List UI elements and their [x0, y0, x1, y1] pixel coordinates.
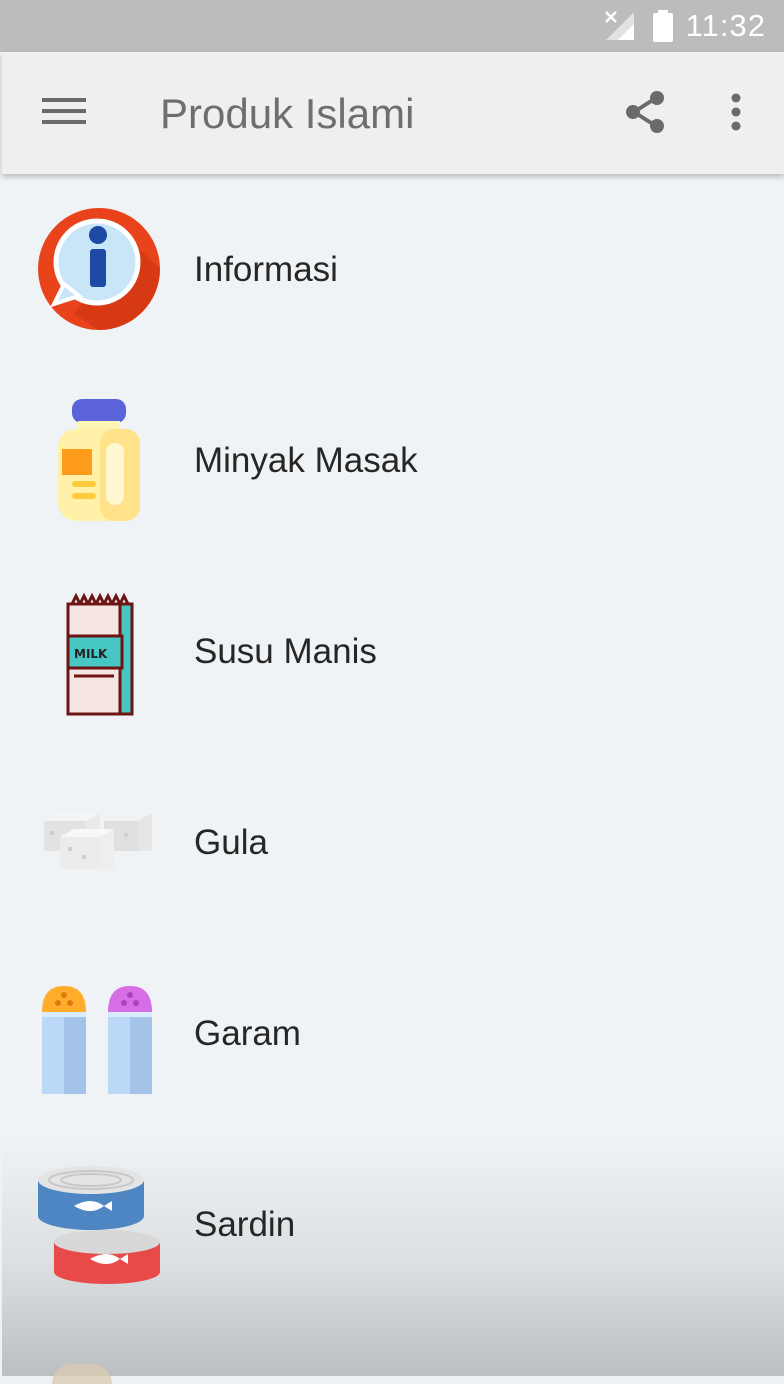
share-icon[interactable]: [622, 88, 670, 136]
list-item-label: Sardin: [194, 1205, 296, 1244]
list-item-minyak-masak[interactable]: Minyak Masak: [2, 365, 784, 556]
svg-text:MILK: MILK: [74, 647, 108, 661]
menu-icon[interactable]: [42, 94, 86, 128]
list-item-informasi[interactable]: Informasi: [2, 174, 784, 365]
salt-shakers-icon: [42, 986, 152, 1094]
status-bar: 11:32: [0, 0, 784, 52]
list-item-label: Garam: [194, 1014, 301, 1053]
list-item-sardin[interactable]: Sardin: [2, 1129, 784, 1320]
list-item-label: Minyak Masak: [194, 441, 418, 480]
list-item-susu-manis[interactable]: MILK Susu Manis: [2, 556, 784, 747]
app-bar: Produk Islami: [2, 52, 784, 174]
milk-carton-icon: MILK: [66, 592, 134, 716]
no-signal-icon: [605, 11, 634, 40]
sugar-cubes-icon: [44, 813, 152, 869]
status-time: 11:32: [685, 8, 766, 43]
list-item-gula[interactable]: Gula: [2, 747, 784, 938]
list-item-label: Susu Manis: [194, 632, 377, 671]
sardine-cans-icon: [38, 1166, 160, 1284]
info-icon: [38, 208, 160, 330]
page-title: Produk Islami: [160, 90, 415, 137]
next-item-icon: [52, 1364, 112, 1384]
list-item-label: Gula: [194, 823, 268, 862]
oil-bottle-icon: [58, 399, 140, 521]
more-options-icon[interactable]: [727, 92, 745, 132]
battery-icon: [653, 10, 673, 42]
product-list: Informasi Minyak Masak MILK Susu Manis G…: [2, 174, 784, 1384]
list-item-label: Informasi: [194, 250, 338, 289]
list-item-garam[interactable]: Garam: [2, 938, 784, 1129]
